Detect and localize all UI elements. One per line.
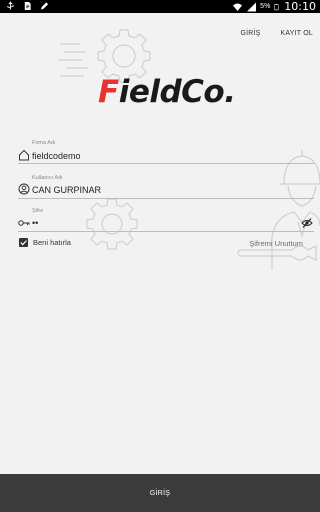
signal-icon — [247, 2, 257, 11]
checkmark-icon — [20, 240, 27, 246]
usb-icon — [7, 1, 14, 10]
username-input[interactable]: CAN GURPINAR — [32, 185, 101, 195]
company-underline — [18, 163, 314, 164]
login-button[interactable]: GİRİŞ — [0, 474, 320, 512]
pencil-icon — [40, 2, 49, 10]
status-left-icons — [6, 1, 49, 11]
eye-off-icon[interactable] — [301, 217, 313, 229]
logo-rest: ieldCo. — [118, 74, 236, 110]
status-bar: 5% 10:10 — [0, 0, 320, 13]
password-input[interactable]: •• — [32, 218, 38, 228]
username-field[interactable]: Kullanıcı Adı CAN GURPINAR — [18, 175, 314, 199]
key-icon — [18, 220, 30, 226]
login-screen: 5% 10:10 GİRİŞ KAYIT OL FieldCo. Firma A… — [0, 0, 320, 512]
fieldco-logo: FieldCo. — [98, 72, 238, 112]
top-nav: GİRİŞ KAYIT OL — [240, 30, 313, 37]
password-underline — [18, 231, 314, 232]
company-field[interactable]: Firma Adı fieldcodemo — [18, 140, 314, 164]
clock: 10:10 — [284, 0, 316, 13]
remember-label: Beni hatırla — [33, 238, 71, 247]
battery-icon — [274, 3, 279, 10]
username-label: Kullanıcı Adı — [32, 175, 63, 181]
nav-register-link[interactable]: KAYIT OL — [281, 30, 313, 37]
company-label: Firma Adı — [32, 140, 56, 146]
username-underline — [18, 198, 314, 199]
forgot-password-link[interactable]: Şifremi Unuttum — [249, 239, 303, 248]
company-input[interactable]: fieldcodemo — [32, 151, 81, 161]
password-label: Şifre — [32, 208, 44, 214]
logo-first-letter: F — [98, 74, 119, 110]
wifi-icon — [233, 3, 243, 11]
file-icon — [24, 1, 31, 11]
nav-login-link[interactable]: GİRİŞ — [240, 30, 260, 37]
user-circle-icon — [18, 183, 30, 195]
remember-me[interactable]: Beni hatırla — [19, 238, 71, 247]
home-icon — [19, 149, 29, 161]
status-right-icons: 5% 10:10 — [232, 0, 316, 13]
password-field[interactable]: Şifre •• — [18, 208, 314, 232]
login-button-label: GİRİŞ — [149, 489, 171, 497]
battery-percent: 5% — [260, 3, 271, 10]
remember-checkbox[interactable] — [19, 238, 28, 247]
